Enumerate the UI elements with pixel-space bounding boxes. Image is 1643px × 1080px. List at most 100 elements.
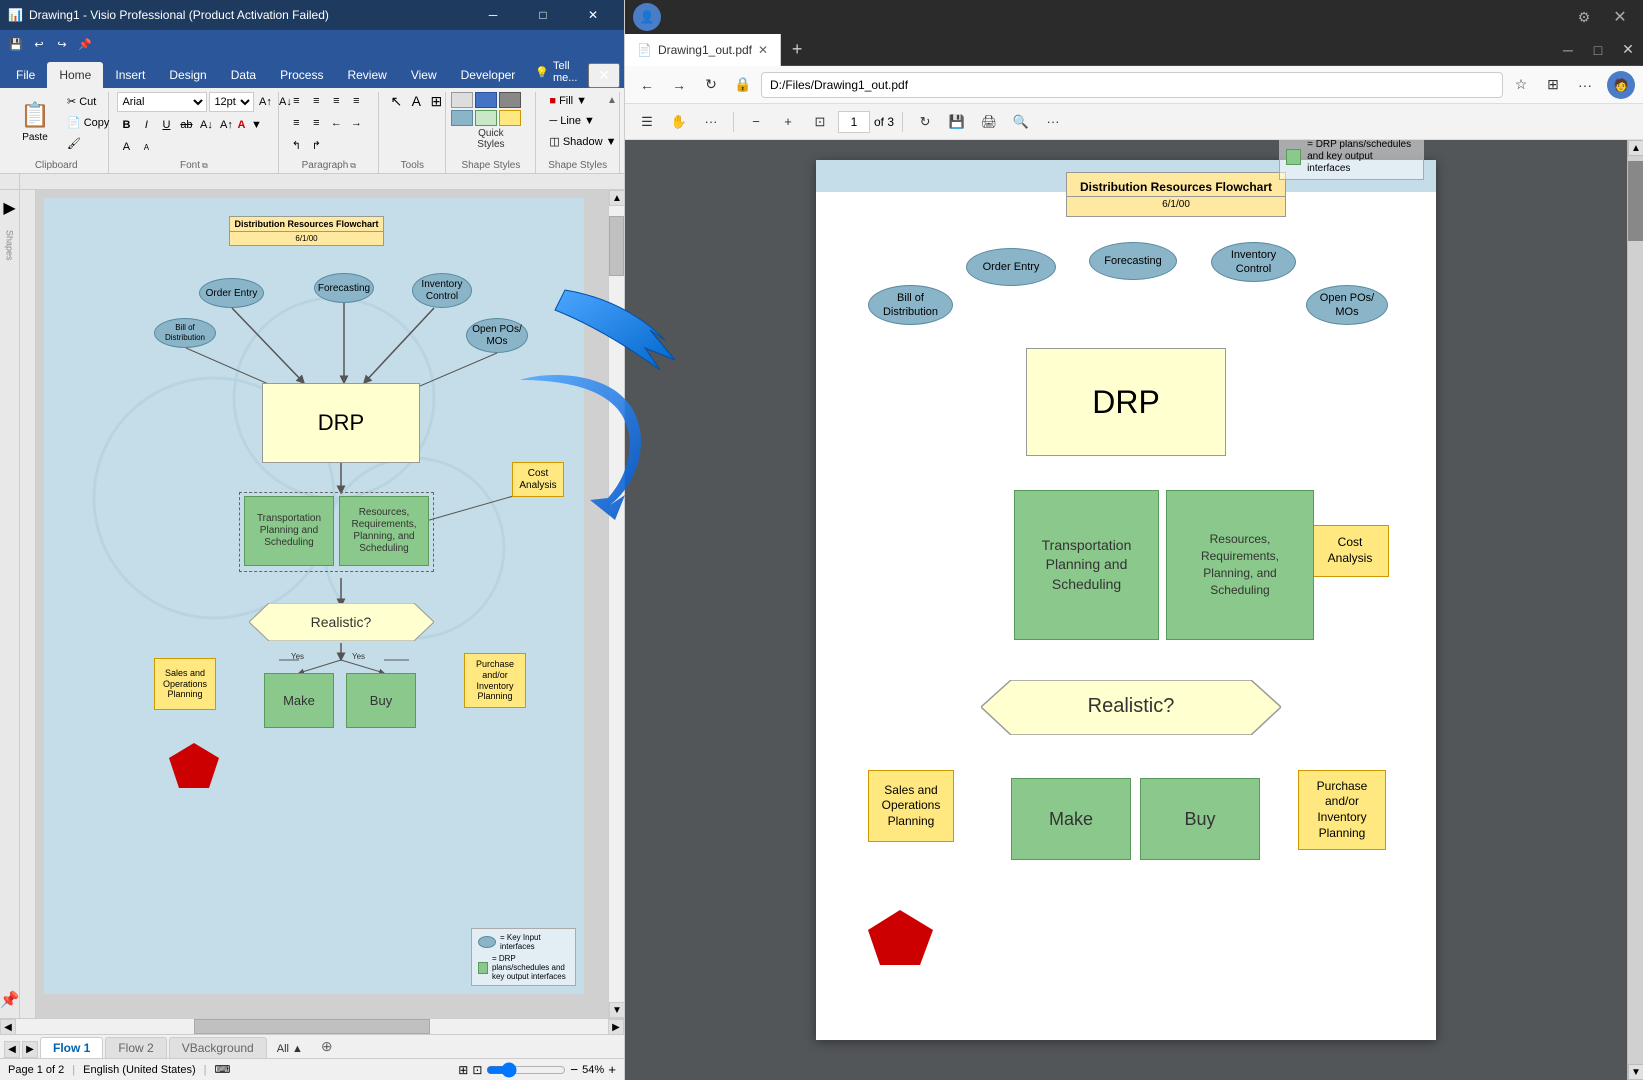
save-pdf[interactable]: 💾: [943, 108, 971, 136]
rotate-tool[interactable]: ↻: [911, 108, 939, 136]
align-center-button[interactable]: ≡: [307, 92, 325, 110]
close-button[interactable]: ✕: [570, 0, 616, 30]
pdf-scroll-track[interactable]: [1628, 156, 1643, 1064]
scroll-down-button[interactable]: ▼: [609, 1002, 624, 1018]
info-button[interactable]: 🔒: [729, 71, 757, 99]
process-tab[interactable]: Process: [268, 62, 335, 88]
font-expand-icon[interactable]: ⧉: [202, 161, 208, 171]
strikethrough-button[interactable]: ab: [177, 116, 195, 134]
scroll-up-button[interactable]: ▲: [609, 190, 624, 206]
tab-scroll-right[interactable]: ▶: [22, 1041, 38, 1058]
maximize-pdf-button[interactable]: □: [1583, 35, 1613, 65]
zoom-slider[interactable]: [486, 1062, 566, 1078]
back-button[interactable]: ←: [633, 71, 661, 99]
tell-me-button[interactable]: 💡Tell me...: [527, 56, 588, 88]
text-tool-button[interactable]: A: [407, 92, 425, 110]
redo-qat-button[interactable]: ↪: [52, 34, 72, 54]
review-tab[interactable]: Review: [335, 62, 398, 88]
vbackground-tab[interactable]: VBackground: [169, 1037, 267, 1058]
nav-profile[interactable]: 🧑: [1607, 71, 1635, 99]
zoom-in-button[interactable]: +: [608, 1062, 616, 1077]
cut-button[interactable]: ✂Cut: [62, 92, 114, 111]
indent-dec-button[interactable]: ←: [327, 114, 345, 132]
add-sheet-button[interactable]: ⊕: [313, 1035, 341, 1058]
flow1-tab[interactable]: Flow 1: [40, 1037, 103, 1058]
file-tab[interactable]: File: [4, 62, 47, 88]
bookmark-button[interactable]: ☆: [1507, 71, 1535, 99]
ribbon-collapse-button[interactable]: ▲: [604, 92, 620, 108]
zoom-in-pdf[interactable]: +: [774, 108, 802, 136]
connection-tool-button[interactable]: ⊞: [427, 92, 445, 110]
rtl-button[interactable]: ↱: [307, 136, 325, 154]
pin-qat-button[interactable]: 📌: [75, 34, 95, 54]
insert-tab[interactable]: Insert: [103, 62, 157, 88]
subscript-button[interactable]: A↓: [197, 116, 215, 134]
undo-qat-button[interactable]: ↩: [29, 34, 49, 54]
zoom-button[interactable]: ⊞: [1539, 71, 1567, 99]
settings-button[interactable]: ⚙: [1569, 2, 1599, 32]
pdf-scroll-up[interactable]: ▲: [1628, 140, 1643, 156]
new-tab-button[interactable]: +: [781, 34, 813, 66]
style-preview-4[interactable]: [451, 110, 473, 126]
horizontal-scrollbar[interactable]: ◀ ▶: [0, 1018, 624, 1034]
scroll-h-track[interactable]: [16, 1019, 608, 1034]
numbering-button[interactable]: ≡: [307, 114, 325, 132]
align-right-button[interactable]: ≡: [327, 92, 345, 110]
panel-toggle[interactable]: ▶ Shapes 📌: [0, 190, 20, 1018]
bold-button[interactable]: B: [117, 116, 135, 134]
pdf-tab[interactable]: 📄 Drawing1_out.pdf ✕: [625, 34, 781, 66]
close-pdf-button[interactable]: ✕: [1613, 35, 1643, 65]
zoom-out-button[interactable]: −: [570, 1062, 578, 1077]
minimize-button[interactable]: ─: [470, 0, 516, 30]
scroll-right-button[interactable]: ▶: [608, 1019, 624, 1035]
flow2-tab[interactable]: Flow 2: [105, 1037, 166, 1058]
profile-avatar[interactable]: 👤: [633, 3, 661, 31]
sidebar-toggle[interactable]: ☰: [633, 108, 661, 136]
hand-tool[interactable]: ✋: [665, 108, 693, 136]
url-input[interactable]: [761, 72, 1503, 98]
superscript-button[interactable]: A↑: [217, 116, 235, 134]
increase-font-button[interactable]: A↑: [256, 93, 274, 111]
scroll-thumb[interactable]: [609, 216, 624, 276]
style-preview-1[interactable]: [451, 92, 473, 108]
shadow-button[interactable]: ◫ Shadow ▼: [544, 132, 621, 151]
font-size-select[interactable]: 12pt.: [209, 92, 254, 112]
zoom-out-pdf[interactable]: −: [742, 108, 770, 136]
all-tab[interactable]: All ▲: [269, 1040, 311, 1058]
para-expand-icon[interactable]: ⧉: [350, 161, 356, 171]
italic-button[interactable]: I: [137, 116, 155, 134]
bullets-button[interactable]: ≡: [287, 114, 305, 132]
tab-scroll-left[interactable]: ◀: [4, 1041, 20, 1058]
bigger-font-button[interactable]: A: [117, 138, 135, 156]
pdf-close-button[interactable]: ✕: [1605, 2, 1635, 32]
paste-button[interactable]: 📋 Paste: [12, 92, 58, 152]
more-options-button[interactable]: ···: [1571, 71, 1599, 99]
align-left-button[interactable]: ≡: [287, 92, 305, 110]
minimize-pdf-button[interactable]: ─: [1553, 35, 1583, 65]
scroll-h-thumb[interactable]: [194, 1019, 431, 1034]
style-preview-5[interactable]: [475, 110, 497, 126]
copy-button[interactable]: 📄Copy: [62, 113, 114, 132]
format-painter-button[interactable]: 🖌: [62, 134, 114, 153]
developer-tab[interactable]: Developer: [449, 62, 528, 88]
pdf-scroll-thumb[interactable]: [1628, 161, 1643, 241]
home-tab[interactable]: Home: [47, 62, 103, 88]
data-tab[interactable]: Data: [219, 62, 268, 88]
ltr-button[interactable]: ↰: [287, 136, 305, 154]
refresh-button[interactable]: ↻: [697, 71, 725, 99]
scroll-left-button[interactable]: ◀: [0, 1019, 16, 1035]
more-tools[interactable]: ···: [697, 108, 725, 136]
normal-view-button[interactable]: ⊡: [472, 1063, 482, 1077]
maximize-button[interactable]: □: [520, 0, 566, 30]
pdf-scrollbar[interactable]: ▲ ▼: [1627, 140, 1643, 1080]
style-preview-3[interactable]: [499, 92, 521, 108]
fill-button[interactable]: ■ Fill ▼: [544, 92, 592, 110]
style-preview-2[interactable]: [475, 92, 497, 108]
search-pdf[interactable]: 🔍: [1007, 108, 1035, 136]
view-tab[interactable]: View: [399, 62, 449, 88]
indent-inc-button[interactable]: →: [347, 114, 365, 132]
fit-page-button[interactable]: ⊞: [458, 1063, 468, 1077]
print-pdf[interactable]: 🖨: [975, 108, 1003, 136]
smaller-font-button[interactable]: A: [137, 138, 155, 156]
pdf-scroll-down[interactable]: ▼: [1628, 1064, 1643, 1080]
